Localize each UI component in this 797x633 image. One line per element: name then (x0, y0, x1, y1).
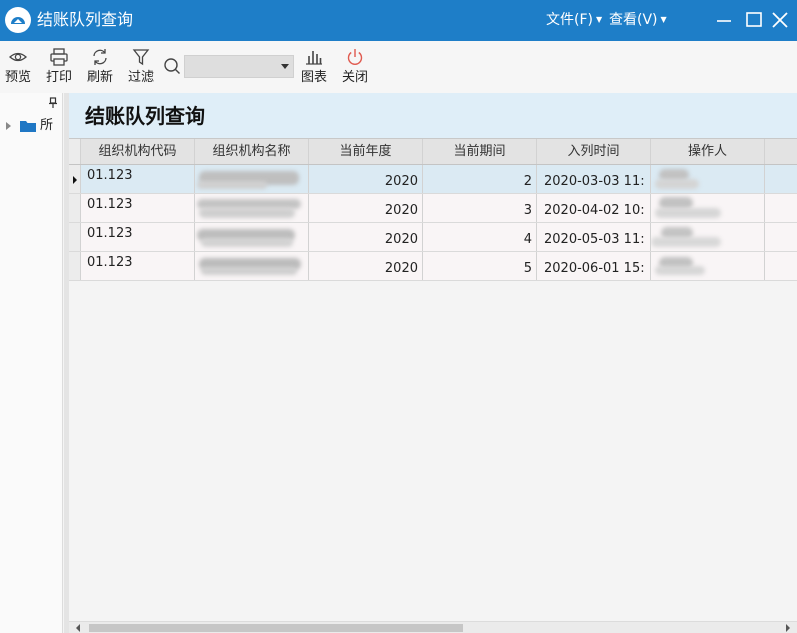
print-button[interactable]: 打印 (41, 47, 77, 87)
cell-operator-redacted[interactable] (651, 223, 765, 251)
tree-node-label: 所 (40, 118, 54, 133)
grid-header: 组织机构代码 组织机构名称 当前年度 当前期间 入列时间 操作人 (69, 138, 797, 165)
menu-view[interactable]: 查看(V) ▼ (609, 11, 667, 29)
close-window-button[interactable] (769, 9, 791, 31)
horizontal-scrollbar[interactable] (69, 621, 797, 633)
cell-year[interactable]: 2020 (309, 165, 423, 193)
toolbar: 预览 打印 刷新 过滤 图表 关闭 (0, 41, 797, 93)
refresh-icon (82, 47, 118, 69)
cell-year[interactable]: 2020 (309, 194, 423, 222)
maximize-icon (746, 12, 762, 27)
maximize-button[interactable] (743, 9, 765, 31)
minimize-button[interactable] (713, 9, 735, 31)
minimize-icon (717, 20, 731, 22)
column-header-year[interactable]: 当前年度 (309, 139, 423, 164)
column-header-org-name[interactable]: 组织机构名称 (195, 139, 309, 164)
cell-org-code[interactable]: 01.123 (81, 252, 195, 280)
chart-label: 图表 (300, 70, 327, 85)
folder-icon (20, 121, 36, 132)
eye-icon (0, 47, 36, 69)
cell-org-name-redacted[interactable] (195, 194, 309, 222)
cell-period[interactable]: 4 (423, 223, 537, 251)
table-row[interactable]: 01.123 2020 2 2020-03-03 11: (69, 165, 797, 194)
search-icon (164, 58, 180, 74)
print-label: 打印 (45, 70, 72, 85)
cell-period[interactable]: 5 (423, 252, 537, 280)
cell-org-code[interactable]: 01.123 (81, 194, 195, 222)
menu-file-label: 文件(F) (546, 12, 593, 28)
cell-empty (765, 194, 797, 222)
row-indicator[interactable] (69, 252, 81, 280)
preview-label: 预览 (4, 70, 31, 85)
filter-label: 过滤 (127, 70, 154, 85)
row-indicator[interactable] (69, 194, 81, 222)
window-title: 结账队列查询 (37, 10, 134, 29)
dropdown-arrow-icon[interactable] (277, 56, 293, 77)
refresh-label: 刷新 (86, 70, 113, 85)
tree-node-root[interactable]: 所 (6, 118, 61, 134)
table-row[interactable]: 01.123 2020 4 2020-05-03 11: (69, 223, 797, 252)
chevron-down-icon: ▼ (660, 15, 667, 24)
cell-org-name-redacted[interactable] (195, 223, 309, 251)
row-indicator-header (69, 139, 81, 164)
preview-button[interactable]: 预览 (0, 47, 36, 87)
cell-org-name-redacted[interactable] (195, 252, 309, 280)
row-indicator[interactable] (69, 165, 81, 193)
expand-arrow-icon[interactable] (6, 122, 11, 130)
cell-empty (765, 165, 797, 193)
page-title: 结账队列查询 (85, 104, 205, 128)
cell-enqueue-time[interactable]: 2020-06-01 15: (537, 252, 651, 280)
close-label: 关闭 (341, 70, 368, 85)
cell-empty (765, 223, 797, 251)
cell-enqueue-time[interactable]: 2020-04-02 10: (537, 194, 651, 222)
chart-button[interactable]: 图表 (296, 47, 332, 87)
column-header-period[interactable]: 当前期间 (423, 139, 537, 164)
cell-empty (765, 252, 797, 280)
power-icon (337, 47, 373, 69)
cell-year[interactable]: 2020 (309, 223, 423, 251)
scrollbar-thumb[interactable] (89, 624, 463, 632)
search-input[interactable] (185, 56, 277, 77)
table-row[interactable]: 01.123 2020 3 2020-04-02 10: (69, 194, 797, 223)
table-row[interactable]: 01.123 2020 5 2020-06-01 15: (69, 252, 797, 281)
current-row-arrow-icon (73, 176, 77, 184)
bar-chart-icon (296, 47, 332, 69)
menu-view-label: 查看(V) (609, 12, 658, 28)
cell-enqueue-time[interactable]: 2020-05-03 11: (537, 223, 651, 251)
cell-org-code[interactable]: 01.123 (81, 165, 195, 193)
cell-operator-redacted[interactable] (651, 194, 765, 222)
cell-period[interactable]: 2 (423, 165, 537, 193)
cell-operator-redacted[interactable] (651, 165, 765, 193)
page-header: 结账队列查询 (69, 93, 797, 138)
cell-org-code[interactable]: 01.123 (81, 223, 195, 251)
printer-icon (41, 47, 77, 69)
title-bar: 结账队列查询 文件(F) ▼ 查看(V) ▼ (0, 0, 797, 41)
cell-enqueue-time[interactable]: 2020-03-03 11: (537, 165, 651, 193)
scroll-left-arrow-icon[interactable] (76, 624, 80, 632)
main-content: 结账队列查询 组织机构代码 组织机构名称 当前年度 当前期间 入列时间 操作人 … (69, 93, 797, 633)
filter-button[interactable]: 过滤 (123, 47, 159, 87)
search-combobox[interactable] (184, 55, 294, 78)
cell-operator-redacted[interactable] (651, 252, 765, 280)
refresh-button[interactable]: 刷新 (82, 47, 118, 87)
close-icon (772, 12, 788, 28)
cell-year[interactable]: 2020 (309, 252, 423, 280)
app-logo-icon (5, 7, 31, 33)
menu-file[interactable]: 文件(F) ▼ (546, 11, 602, 29)
pin-icon[interactable] (48, 97, 58, 109)
column-header-enqueue-time[interactable]: 入列时间 (537, 139, 651, 164)
cell-org-name-redacted[interactable] (195, 165, 309, 193)
column-header-org-code[interactable]: 组织机构代码 (81, 139, 195, 164)
cell-period[interactable]: 3 (423, 194, 537, 222)
scroll-right-arrow-icon[interactable] (786, 624, 790, 632)
row-indicator[interactable] (69, 223, 81, 251)
tree-panel: 所 (0, 93, 63, 633)
column-header-operator[interactable]: 操作人 (651, 139, 765, 164)
filter-icon (123, 47, 159, 69)
close-button[interactable]: 关闭 (337, 47, 373, 87)
chevron-down-icon: ▼ (595, 15, 603, 24)
